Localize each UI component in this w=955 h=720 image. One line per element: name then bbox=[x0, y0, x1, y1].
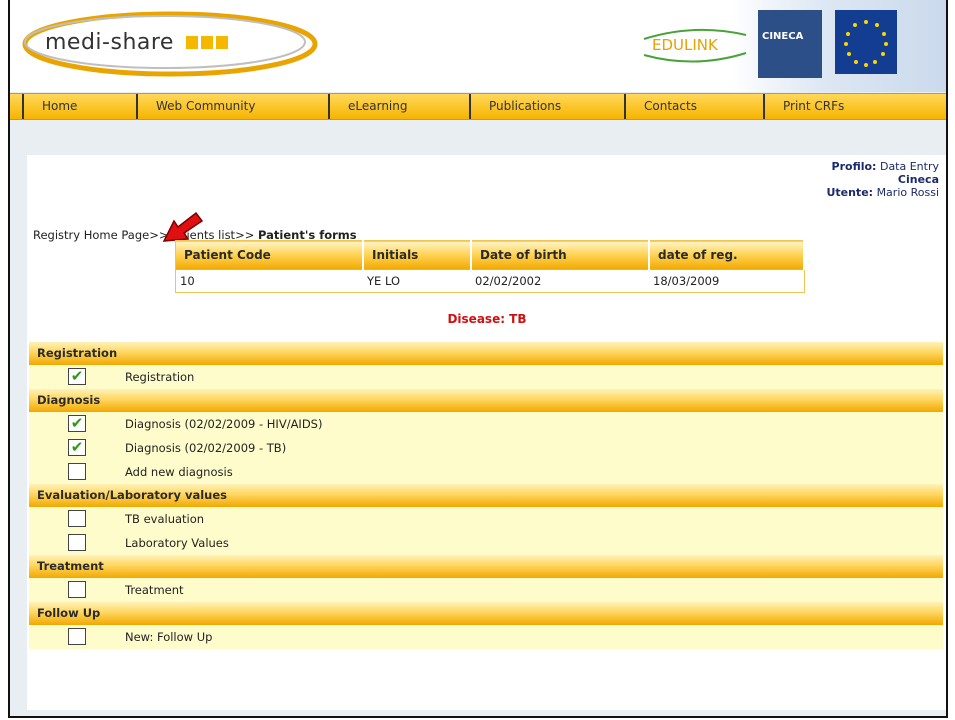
nav-web-community[interactable]: Web Community bbox=[136, 94, 255, 119]
main-content: Profilo: Data Entry Cineca Utente: Mario… bbox=[27, 155, 946, 710]
user-label: Utente: bbox=[826, 186, 874, 199]
nav-elearning[interactable]: eLearning bbox=[328, 94, 407, 119]
form-row[interactable]: Add new diagnosis bbox=[29, 460, 943, 484]
site-header: medi-share EDULINK CINECA bbox=[10, 0, 946, 92]
cineca-logo bbox=[758, 10, 822, 78]
user-name: Mario Rossi bbox=[876, 186, 939, 199]
patient-info-table: Patient Code Initials Date of birth date… bbox=[175, 240, 805, 293]
section-header-registration: Registration bbox=[29, 342, 943, 365]
checkbox-empty[interactable] bbox=[68, 534, 86, 551]
form-row[interactable]: TB evaluation bbox=[29, 507, 943, 531]
nav-print-crfs[interactable]: Print CRFs bbox=[763, 94, 844, 119]
user-profile-info: Profilo: Data Entry Cineca Utente: Mario… bbox=[826, 160, 939, 199]
checkbox-empty[interactable] bbox=[68, 581, 86, 598]
checkbox-empty[interactable] bbox=[68, 510, 86, 527]
form-row[interactable]: ✔ Diagnosis (02/02/2009 - TB) bbox=[29, 436, 943, 460]
column-date-of-reg: date of reg. bbox=[649, 240, 805, 270]
cell-patient-code: 10 bbox=[175, 269, 363, 293]
eu-flag-icon bbox=[835, 10, 897, 74]
logo-text: medi-share bbox=[45, 30, 174, 55]
column-patient-code: Patient Code bbox=[175, 240, 364, 270]
checkbox-empty[interactable] bbox=[68, 463, 86, 480]
section-header-evaluation: Evaluation/Laboratory values bbox=[29, 484, 943, 507]
nav-publications[interactable]: Publications bbox=[469, 94, 561, 119]
cell-date-of-reg: 18/03/2009 bbox=[649, 269, 804, 293]
logo-blocks bbox=[186, 36, 231, 52]
checkbox-checked[interactable]: ✔ bbox=[68, 368, 86, 385]
browser-frame: medi-share EDULINK CINECA Home Web Commu… bbox=[8, 0, 948, 718]
form-link-diagnosis-tb[interactable]: Diagnosis (02/02/2009 - TB) bbox=[125, 441, 286, 455]
cineca-logo-text: CINECA bbox=[762, 31, 804, 42]
section-header-diagnosis: Diagnosis bbox=[29, 389, 943, 412]
cell-date-of-birth: 02/02/2002 bbox=[471, 269, 649, 293]
checkbox-empty[interactable] bbox=[68, 628, 86, 645]
nav-contacts[interactable]: Contacts bbox=[624, 94, 697, 119]
profile-value: Data Entry bbox=[879, 160, 939, 173]
form-link-registration[interactable]: Registration bbox=[125, 370, 194, 384]
section-header-treatment: Treatment bbox=[29, 555, 943, 578]
profile-label: Profilo: bbox=[831, 160, 877, 173]
form-link-add-new-diagnosis[interactable]: Add new diagnosis bbox=[125, 465, 233, 479]
disease-label: Disease: TB bbox=[447, 312, 527, 326]
form-link-treatment[interactable]: Treatment bbox=[125, 583, 184, 597]
form-row[interactable]: Laboratory Values bbox=[29, 531, 943, 555]
column-date-of-birth: Date of birth bbox=[471, 240, 650, 270]
section-header-follow-up: Follow Up bbox=[29, 602, 943, 625]
form-link-diagnosis-hiv-aids[interactable]: Diagnosis (02/02/2009 - HIV/AIDS) bbox=[125, 417, 322, 431]
edulink-logo: EDULINK bbox=[652, 36, 718, 54]
nav-home[interactable]: Home bbox=[22, 94, 77, 119]
form-row[interactable]: ✔ Registration bbox=[29, 365, 943, 389]
form-sections: Registration ✔ Registration Diagnosis ✔ … bbox=[29, 342, 943, 649]
checkbox-checked[interactable]: ✔ bbox=[68, 439, 86, 456]
main-navigation: Home Web Community eLearning Publication… bbox=[10, 93, 946, 120]
checkbox-checked[interactable]: ✔ bbox=[68, 415, 86, 432]
form-row[interactable]: Treatment bbox=[29, 578, 943, 602]
form-row[interactable]: New: Follow Up bbox=[29, 625, 943, 649]
cell-initials: YE LO bbox=[363, 269, 471, 293]
table-row: 10 YE LO 02/02/2002 18/03/2009 bbox=[175, 269, 804, 293]
form-row[interactable]: ✔ Diagnosis (02/02/2009 - HIV/AIDS) bbox=[29, 412, 943, 436]
breadcrumb-registry-home[interactable]: Registry Home Page bbox=[33, 228, 149, 242]
form-link-new-follow-up[interactable]: New: Follow Up bbox=[125, 630, 212, 644]
column-initials: Initials bbox=[363, 240, 472, 270]
form-link-tb-evaluation[interactable]: TB evaluation bbox=[125, 512, 204, 526]
form-link-laboratory-values[interactable]: Laboratory Values bbox=[125, 536, 229, 550]
organization-name: Cineca bbox=[897, 173, 939, 186]
